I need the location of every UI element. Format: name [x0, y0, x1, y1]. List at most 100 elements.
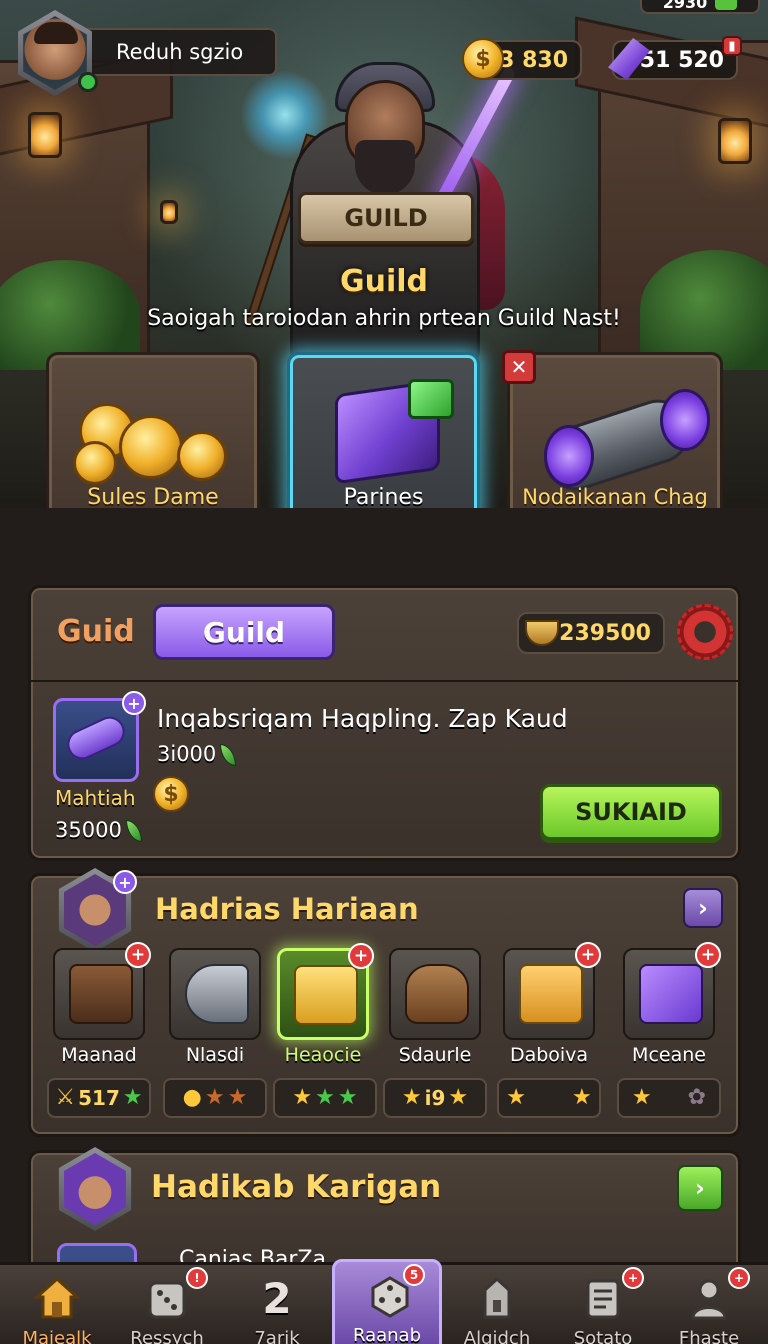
nav-research[interactable]: ! Ressych [112, 1265, 222, 1344]
card-title: Nodaikanan Chag [522, 485, 708, 509]
gem-counter[interactable]: 51 520 ▮ [608, 36, 742, 80]
notification-badge: + [622, 1267, 644, 1289]
nav-algidch[interactable]: Algidch [442, 1265, 552, 1344]
number-two-icon: 2 [262, 1273, 292, 1323]
slot-rating: ⚔ 517 ★ [47, 1078, 151, 1118]
sword-icon: ⚔ [55, 1085, 76, 1110]
notification-badge: ! [186, 1267, 208, 1289]
equipment-slot[interactable] [389, 948, 481, 1040]
dice-icon [144, 1275, 190, 1321]
star-icon: ★ [506, 1085, 526, 1110]
online-status-icon [78, 72, 98, 92]
item-price: 3i000 [157, 742, 237, 766]
slot-label: Sdaurle [398, 1044, 472, 1066]
gold-coin-icon: $ [462, 38, 504, 80]
chevron-right-icon[interactable]: › [677, 1165, 723, 1211]
slot-label: Heaocie [284, 1044, 362, 1066]
star-icon: ★ [401, 1085, 422, 1110]
star-icon: ★ [292, 1085, 313, 1110]
nav-tarik[interactable]: 2 7arik [222, 1265, 332, 1344]
item-subtitle: Mahtiah [55, 786, 136, 810]
lantern-icon [160, 200, 178, 224]
guild-label: Guid [57, 614, 135, 649]
lantern-icon [718, 118, 752, 164]
item-name: Inqabsriqam Haqpling. Zap Kaud [157, 704, 568, 733]
page-subtitle: Saoigah taroiodan ahrin prtean Guild Nas… [147, 306, 621, 331]
house-icon [34, 1275, 80, 1321]
pipe-icon [185, 964, 249, 1024]
plus-icon: + [122, 691, 146, 715]
star-icon: ★ [631, 1085, 652, 1110]
slot-rating: ★ ✿ [617, 1078, 721, 1118]
star-icon: ★ [315, 1085, 335, 1110]
character-panel: + Hadrias Hariaan › + Maanad ⚔ 517 ★ Nla… [28, 868, 741, 1137]
bowl-icon [525, 620, 559, 646]
gear-icon: ✿ [687, 1085, 707, 1110]
slot-label: Mceane [632, 1044, 706, 1066]
notification-badge: 5 [403, 1264, 425, 1286]
crystal-box-icon [290, 375, 477, 485]
nav-home[interactable]: Majealk [2, 1265, 112, 1344]
slot-rating: ● ★ ★ [163, 1078, 267, 1118]
equipment-slot[interactable]: + [623, 942, 721, 1040]
notification-badge: + [728, 1267, 750, 1289]
leaf-icon [125, 820, 142, 842]
add-badge-icon: + [575, 942, 601, 968]
nav-sotato[interactable]: + Sotato [548, 1265, 658, 1344]
page-title: Guild [339, 264, 429, 299]
card-title: Sules Dame [87, 485, 219, 510]
item-cost: 35000 [55, 818, 142, 842]
add-badge-icon: + [695, 942, 721, 968]
plus-icon: + [113, 870, 137, 894]
add-badge-icon: + [348, 943, 374, 969]
slot-label: Nlasdi [185, 1044, 245, 1066]
nav-fhaste[interactable]: + Fhaste [654, 1265, 764, 1344]
tower-icon [474, 1275, 520, 1321]
crystal-box-icon [639, 964, 703, 1024]
gold-coins-pile-icon [49, 375, 257, 485]
tab-guild[interactable]: Guild [153, 604, 335, 660]
equipment-slot[interactable]: + [503, 942, 601, 1040]
character-name: Hadikab Karigan [151, 1169, 442, 1205]
guild-panel-header: Guid Guild 239500 [31, 588, 738, 682]
donkey-icon [405, 964, 469, 1024]
gold-counter[interactable]: $ 3 830 [462, 38, 582, 80]
guild-bank-counter[interactable]: 239500 [517, 612, 665, 654]
scroll-icon [62, 711, 130, 765]
star-icon: ★ [337, 1085, 358, 1110]
slot-label: Maanad [61, 1044, 137, 1066]
avatar[interactable] [58, 1147, 132, 1231]
coin-icon: ● [182, 1085, 202, 1110]
top-right-chip[interactable]: 2930 [640, 0, 760, 14]
guild-banner: GUILD [298, 192, 474, 244]
slot-rating: ★ i9 ★ [383, 1078, 487, 1118]
claim-button[interactable]: SUKIAID [540, 784, 722, 840]
lantern-icon [28, 112, 62, 158]
equipment-slot[interactable]: + [53, 942, 151, 1040]
scroll-icon [510, 375, 720, 499]
add-gems-button[interactable]: ▮ [722, 36, 742, 56]
character-name: Hadrias Hariaan [155, 892, 419, 926]
nav-raanab[interactable]: 5 Raanab [332, 1259, 442, 1344]
add-badge-icon: + [125, 942, 151, 968]
person-icon [686, 1275, 732, 1321]
scroll-note-icon [580, 1275, 626, 1321]
slot-label: Daboiva [509, 1044, 589, 1066]
slot-rating: ★ ★ [497, 1078, 601, 1118]
plus-icon [715, 0, 738, 10]
star-icon: ★ [572, 1085, 592, 1110]
leaf-icon [220, 744, 237, 766]
wood-planks-icon [69, 964, 133, 1024]
star-icon: ★ [448, 1085, 469, 1110]
gear-icon[interactable] [677, 604, 733, 660]
equipment-slot[interactable] [169, 948, 261, 1040]
star-icon: ★ [227, 1085, 248, 1110]
close-icon[interactable]: ✕ [502, 350, 536, 384]
item-thumbnail[interactable]: + [53, 691, 146, 782]
chevron-right-icon[interactable]: › [683, 888, 723, 928]
equipment-slot-selected[interactable]: + [277, 943, 374, 1040]
player-profile[interactable]: Reduh sgzio [12, 10, 277, 96]
gold-coin-icon: $ [153, 776, 189, 812]
bottom-navigation: Majealk ! Ressych 2 7arik 5 Raanab Algid… [0, 1259, 768, 1344]
card-title: Parines [343, 485, 424, 510]
